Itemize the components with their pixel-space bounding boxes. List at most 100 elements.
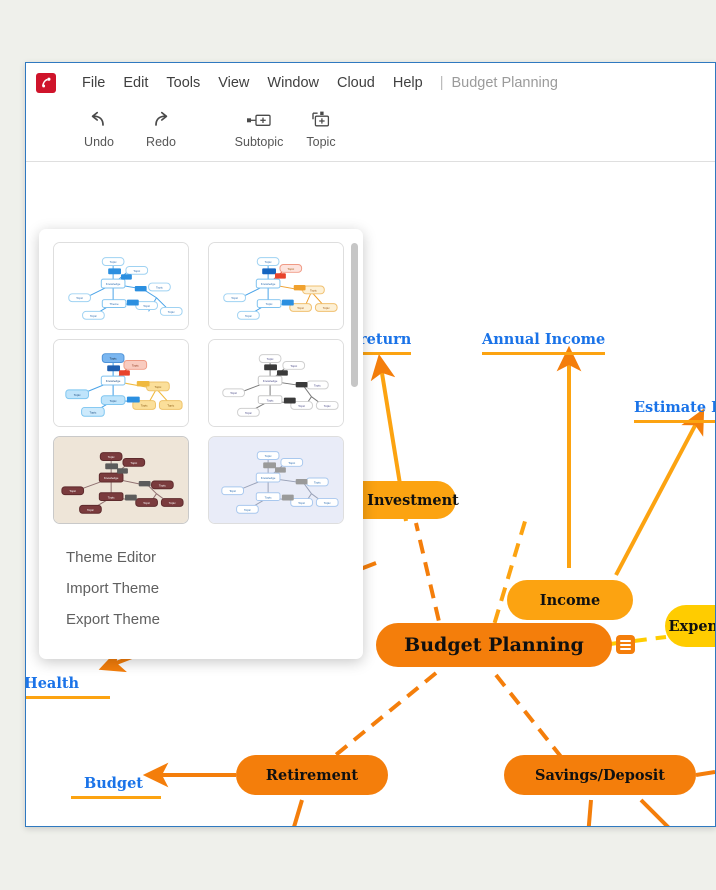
mindmap-node-income[interactable]: Income: [507, 580, 633, 620]
svg-text:Topic: Topic: [314, 480, 321, 484]
svg-text:Topic: Topic: [130, 461, 137, 465]
application-window: File Edit Tools View Window Cloud Help |…: [25, 62, 716, 827]
theme-thumbnail-lavender-ice[interactable]: Knowledge Topic Topic Topic Topic Topic …: [208, 436, 344, 524]
svg-text:Knowledge: Knowledge: [261, 282, 276, 286]
mindmap-node-retirement[interactable]: Retirement: [236, 755, 388, 795]
theme-actions-menu: Theme Editor Import Theme Export Theme: [39, 534, 363, 635]
topic-button-label: Topic: [306, 135, 336, 149]
svg-text:Topic: Topic: [143, 304, 150, 308]
menu-item-edit[interactable]: Edit: [114, 73, 157, 93]
menu-bar: File Edit Tools View Window Cloud Help |…: [26, 63, 715, 102]
svg-text:Topic: Topic: [245, 411, 252, 415]
mindmap-leaf-estimate-label: Estimate I: [634, 399, 715, 416]
menu-item-help[interactable]: Help: [384, 73, 432, 93]
svg-text:Topic: Topic: [90, 314, 97, 318]
mindmap-leaf-budget[interactable]: Budget: [71, 775, 161, 799]
svg-text:Topic: Topic: [244, 508, 251, 512]
svg-text:Knowledge: Knowledge: [104, 476, 119, 480]
svg-text:Topic: Topic: [110, 357, 117, 361]
theme-thumbnail-blue-orange[interactable]: Knowledge Topic Topic Topic Topic Topic …: [208, 242, 344, 330]
menu-item-cloud[interactable]: Cloud: [328, 73, 384, 93]
mindmap-leaf-annual-income-label: Annual Income: [482, 331, 606, 348]
leaf-underline: [71, 796, 161, 799]
svg-text:Topic: Topic: [110, 260, 117, 264]
menu-item-import-theme[interactable]: Import Theme: [39, 573, 363, 604]
svg-text:Topic: Topic: [169, 501, 176, 505]
svg-text:Topic: Topic: [288, 461, 295, 465]
subtopic-icon: [244, 106, 274, 134]
svg-text:Topic: Topic: [324, 404, 331, 408]
svg-text:Topic: Topic: [74, 393, 81, 397]
svg-text:Topic: Topic: [141, 404, 148, 408]
svg-text:Topic: Topic: [108, 496, 115, 500]
svg-text:Knowledge: Knowledge: [261, 476, 276, 480]
document-title: Budget Planning: [451, 74, 558, 91]
svg-text:Topic: Topic: [324, 501, 331, 505]
leaf-underline: [359, 352, 412, 355]
svg-text:Topic: Topic: [230, 391, 237, 395]
svg-text:Knowledge: Knowledge: [263, 379, 278, 383]
menu-item-window[interactable]: Window: [258, 73, 328, 93]
toolbar: Undo Redo Subtopic Topic: [26, 102, 715, 162]
theme-thumbnail-blue-classic[interactable]: Knowledge Topic Topic Topic Theme Topic …: [53, 242, 189, 330]
svg-text:Topic: Topic: [229, 489, 236, 493]
menu-divider: |: [439, 74, 444, 91]
redo-button[interactable]: Redo: [130, 106, 192, 149]
menu-item-view[interactable]: View: [209, 73, 258, 93]
svg-text:Topic: Topic: [314, 383, 321, 387]
theme-thumbnail-sky-amber[interactable]: Knowledge Topic Topic Topic Topic Topic …: [53, 339, 189, 427]
theme-gallery[interactable]: Knowledge Topic Topic Topic Theme Topic …: [39, 229, 363, 534]
topic-icon: [308, 106, 334, 134]
svg-text:Knowledge: Knowledge: [106, 379, 121, 383]
svg-text:Topic: Topic: [167, 404, 174, 408]
svg-text:Topic: Topic: [231, 296, 238, 300]
svg-text:Topic: Topic: [265, 260, 272, 264]
hamburger-collapse-icon[interactable]: [616, 635, 635, 654]
menu-item-tools[interactable]: Tools: [157, 73, 209, 93]
svg-text:Topic: Topic: [323, 306, 330, 310]
mindmap-central-node[interactable]: Budget Planning: [376, 623, 612, 667]
svg-text:Theme: Theme: [110, 302, 120, 306]
theme-scrollbar-thumb[interactable]: [351, 243, 358, 387]
menu-item-export-theme[interactable]: Export Theme: [39, 604, 363, 635]
mindmap-leaf-health[interactable]: Health: [26, 675, 110, 699]
svg-text:Topic: Topic: [298, 501, 305, 505]
theme-thumbnail-sepia-maroon[interactable]: Knowledge Topic Topic Topic Topic Topic …: [53, 436, 189, 524]
theme-thumbnail-graphite[interactable]: Knowledge Topic Topic Topic Topic Topic …: [208, 339, 344, 427]
mindmap-canvas[interactable]: Budget Planning Investment Income Expens…: [26, 163, 715, 826]
svg-text:Topic: Topic: [155, 385, 162, 389]
svg-text:Topic: Topic: [266, 302, 273, 306]
svg-text:Topic: Topic: [265, 454, 272, 458]
svg-text:Topic: Topic: [267, 399, 274, 403]
svg-text:Topic: Topic: [245, 314, 252, 318]
svg-text:Topic: Topic: [108, 455, 115, 459]
redo-button-label: Redo: [146, 135, 176, 149]
svg-text:Topic: Topic: [298, 404, 305, 408]
mindmap-leaf-return-label: return: [359, 331, 412, 348]
undo-button[interactable]: Undo: [68, 106, 130, 149]
svg-text:Topic: Topic: [69, 489, 76, 493]
svg-text:Topic: Topic: [110, 399, 117, 403]
menu-item-file[interactable]: File: [73, 73, 114, 93]
menu-item-theme-editor[interactable]: Theme Editor: [39, 542, 363, 573]
theme-dropdown-panel[interactable]: Knowledge Topic Topic Topic Theme Topic …: [39, 229, 363, 659]
mindmap-leaf-estimate[interactable]: Estimate I: [634, 399, 715, 423]
svg-text:Topic: Topic: [297, 306, 304, 310]
topic-button[interactable]: Topic: [290, 106, 352, 149]
mindmap-leaf-health-label: Health: [26, 675, 80, 692]
leaf-underline: [26, 696, 110, 699]
svg-text:Topic: Topic: [89, 411, 96, 415]
mindmap-leaf-annual-income[interactable]: Annual Income: [482, 331, 606, 355]
svg-text:Topic: Topic: [133, 269, 140, 273]
svg-text:Topic: Topic: [168, 310, 175, 314]
redo-arrow-icon: [149, 106, 173, 134]
svg-text:Topic: Topic: [310, 288, 317, 292]
mindmap-node-expense[interactable]: Expense: [665, 605, 715, 647]
undo-button-label: Undo: [84, 135, 114, 149]
mindmap-node-savings-deposit[interactable]: Savings/Deposit: [504, 755, 696, 795]
subtopic-button[interactable]: Subtopic: [228, 106, 290, 149]
svg-text:Topic: Topic: [287, 267, 294, 271]
svg-text:Topic: Topic: [87, 508, 94, 512]
svg-text:Topic: Topic: [76, 296, 83, 300]
mindmap-leaf-return[interactable]: return: [359, 331, 412, 355]
